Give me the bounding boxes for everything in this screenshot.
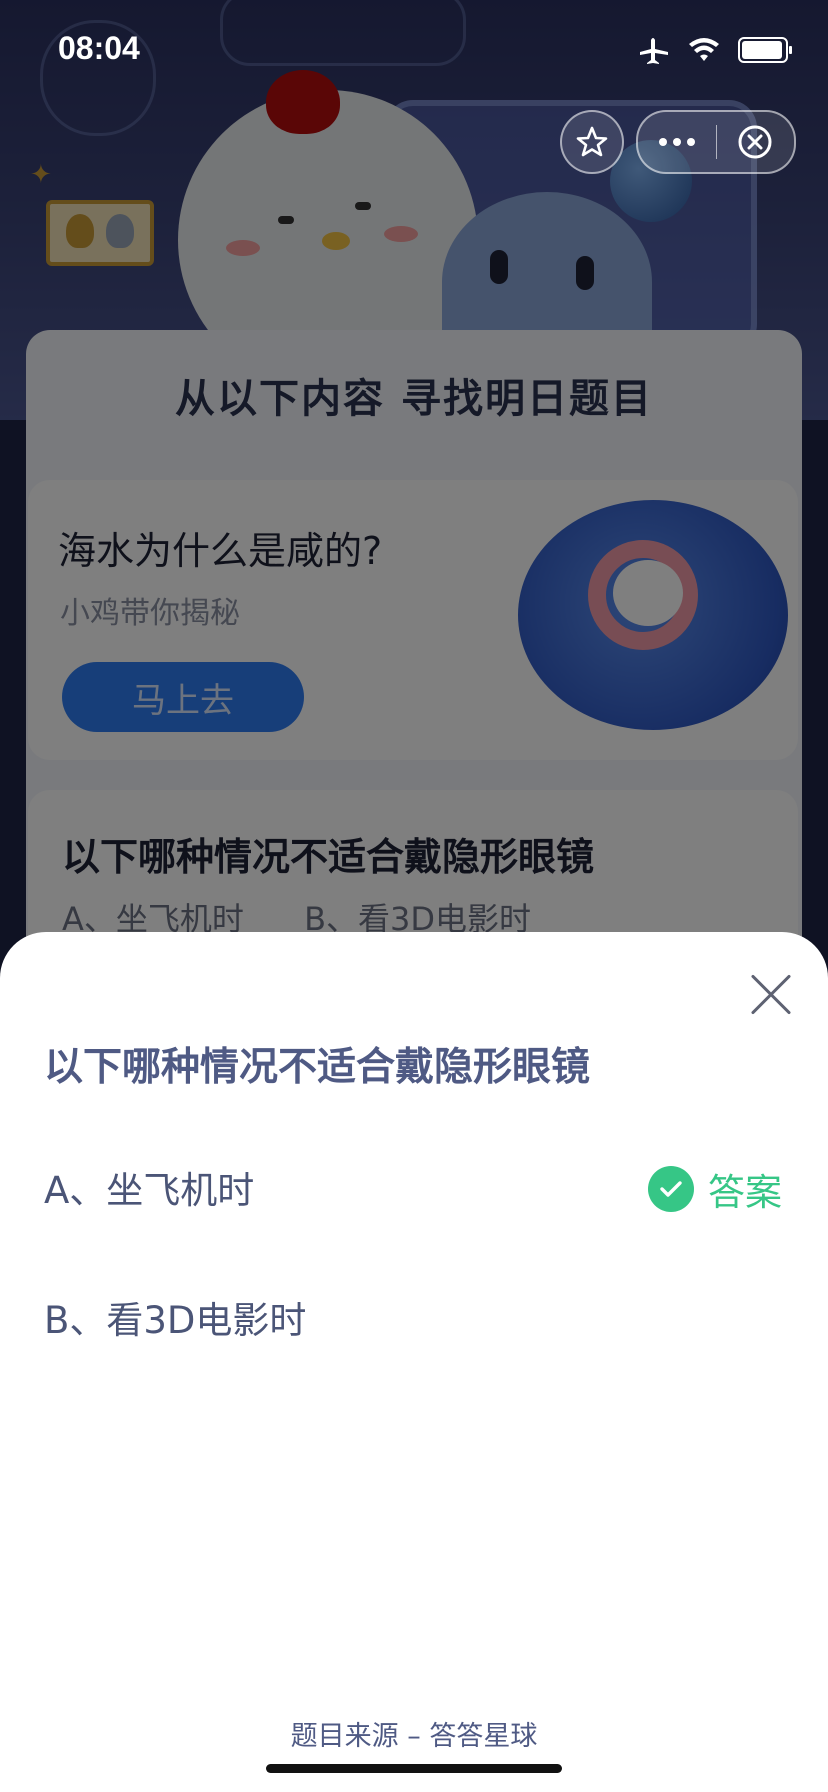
answer-label: 答案 bbox=[708, 1171, 782, 1214]
ellipsis-icon bbox=[658, 138, 695, 146]
battery-cap bbox=[789, 46, 792, 54]
close-sheet-button[interactable] bbox=[748, 972, 794, 1018]
option-label-a: A、坐飞机时 bbox=[44, 1169, 255, 1212]
circle-close-icon bbox=[738, 125, 772, 159]
sheet-question: 以下哪种情况不适合戴隐形眼镜 bbox=[44, 1045, 591, 1090]
option-label-b: B、看3D电影时 bbox=[44, 1299, 307, 1342]
option-row-b[interactable]: B、看3D电影时 bbox=[0, 1272, 828, 1362]
status-icons bbox=[638, 36, 792, 64]
battery-icon bbox=[738, 37, 792, 63]
question-source: 题目来源 – 答答星球 bbox=[290, 1721, 538, 1752]
wifi-icon bbox=[689, 38, 719, 61]
airplane-icon bbox=[640, 38, 668, 64]
check-circle-icon bbox=[648, 1166, 694, 1212]
status-bar: 08:04 bbox=[0, 0, 828, 100]
battery-level bbox=[742, 41, 782, 59]
star-icon bbox=[576, 126, 608, 157]
option-row-a[interactable]: A、坐飞机时 答案 bbox=[0, 1142, 828, 1232]
favorite-button[interactable] bbox=[560, 110, 624, 174]
exit-button[interactable] bbox=[717, 112, 795, 172]
status-time: 08:04 bbox=[58, 30, 140, 66]
mini-program-capsule bbox=[636, 110, 796, 174]
app-screen: ✦ 从以下内容 寻找明日题目 海水为什么是咸的? 小鸡带你揭秘 马上去 以下哪种… bbox=[0, 0, 828, 1792]
answer-sheet: 以下哪种情况不适合戴隐形眼镜 A、坐飞机时 答案 B、看3D电影时 题目来源 –… bbox=[0, 932, 828, 1792]
check-icon bbox=[660, 1181, 682, 1197]
more-button[interactable] bbox=[638, 112, 716, 172]
home-indicator[interactable] bbox=[266, 1764, 562, 1773]
answer-tag: 答案 bbox=[648, 1162, 782, 1216]
